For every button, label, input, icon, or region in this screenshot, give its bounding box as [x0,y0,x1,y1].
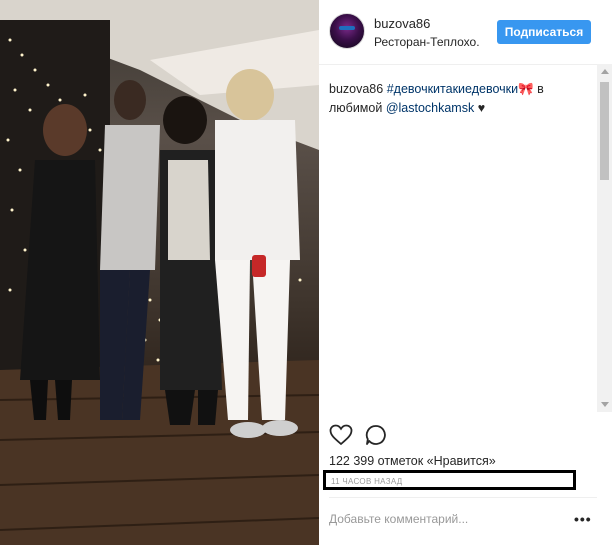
scroll-down-arrow-icon[interactable] [601,402,609,407]
comment-icon[interactable] [365,424,387,451]
divider [329,497,597,498]
post-username[interactable]: buzova86 [374,16,430,31]
post-header: buzova86 Ресторан-Теплохо... Подписаться [319,0,612,65]
scrollbar-thumb[interactable] [600,82,609,180]
scroll-up-arrow-icon[interactable] [601,69,609,74]
likes-count[interactable]: 122 399 отметок «Нравится» [329,454,496,468]
avatar[interactable] [329,13,365,49]
scrollbar[interactable] [597,64,612,412]
caption-mention[interactable]: @lastochkamsk [386,101,474,115]
caption-username[interactable]: buzova86 [329,82,383,96]
post-timestamp: 11 ЧАСОВ НАЗАД [331,477,403,486]
post-details-panel: buzova86 Ресторан-Теплохо... Подписаться… [319,0,612,545]
caption-hashtag[interactable]: #девочкитакиедевочки🎀 [387,82,534,96]
like-heart-icon[interactable] [329,424,353,451]
post-location[interactable]: Ресторан-Теплохо... [374,35,480,49]
post-timestamp-highlight: 11 ЧАСОВ НАЗАД [323,470,576,490]
post-photo-image [0,0,319,545]
comment-input[interactable]: Добавьте комментарий... [329,512,468,526]
more-options-icon[interactable]: ••• [574,512,592,526]
caption-heart: ♥ [474,101,486,115]
follow-button[interactable]: Подписаться [497,20,591,44]
post-photo[interactable] [0,0,319,545]
post-caption: buzova86 #девочкитакиедевочки🎀 в любимой… [329,80,591,118]
